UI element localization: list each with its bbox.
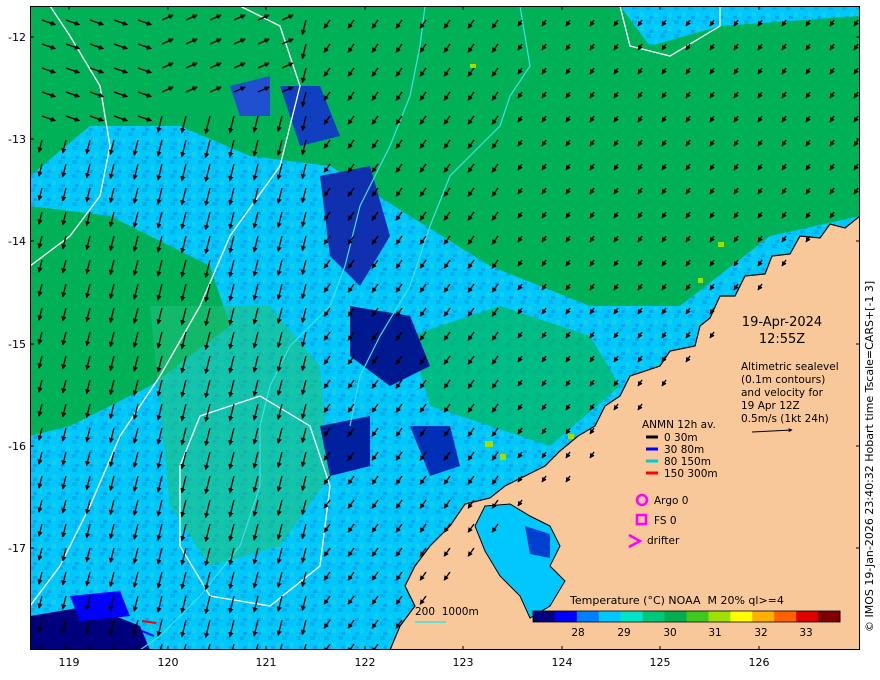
colorbar-title: Temperature (°C) NOAA M 20% ql>=4	[569, 594, 784, 607]
date-text: 19-Apr-2024	[742, 315, 822, 330]
drifter-label: drifter	[647, 535, 680, 547]
argo-label: Argo 0	[654, 495, 688, 507]
lat-tick-label: -15	[8, 338, 26, 351]
anmn-label-0: 0 30m	[664, 432, 698, 444]
colorbar-swatch	[774, 611, 797, 622]
colorbar-swatch	[620, 611, 644, 622]
colorbar-tick-label: 28	[571, 627, 584, 639]
isobath-label: 200 1000m	[415, 606, 479, 618]
colorbar-swatch	[554, 611, 578, 622]
map-frame: 19-Apr-2024 12:55Z Altimetric sealevel (…	[30, 6, 860, 650]
lon-tick-label: 124	[552, 656, 573, 669]
lat-tick-label: -12	[8, 31, 26, 44]
colorbar-swatch	[642, 611, 666, 622]
colorbar-tick-label: 33	[799, 627, 812, 639]
lon-tick-label: 125	[650, 656, 671, 669]
lon-tick-label: 121	[256, 656, 277, 669]
side-credit-text: © IMOS 19-Jan-2026 23:40:32 Hobart time …	[863, 281, 876, 632]
lon-tick-label: 126	[749, 656, 770, 669]
anmn-label-1: 30 80m	[664, 444, 704, 456]
colorbar-swatch	[576, 611, 600, 622]
lon-tick-label: 122	[355, 656, 376, 669]
time-text: 12:55Z	[759, 332, 805, 347]
colorbar	[533, 611, 841, 622]
colorbar-swatch	[730, 611, 753, 622]
colorbar-tick-label: 31	[708, 627, 721, 639]
lat-tick-label: -16	[8, 440, 26, 453]
altimetry-line-2: (0.1m contours)	[741, 374, 825, 386]
lat-tick-label: -14	[8, 235, 26, 248]
altimetry-line-3: and velocity for	[741, 387, 824, 399]
lat-tick-label: -17	[8, 542, 26, 555]
anmn-title: ANMN 12h av.	[642, 419, 716, 431]
colorbar-tick-label: 30	[663, 627, 676, 639]
lon-tick-label: 120	[158, 656, 179, 669]
colorbar-swatch	[708, 611, 731, 622]
anmn-label-2: 80 150m	[664, 456, 711, 468]
colorbar-tick-label: 32	[754, 627, 767, 639]
side-credit: © IMOS 19-Jan-2026 23:40:32 Hobart time …	[863, 281, 876, 632]
colorbar-swatch	[533, 611, 556, 622]
lon-tick-label: 119	[59, 656, 80, 669]
map-canvas[interactable]: 19-Apr-2024 12:55Z Altimetric sealevel (…	[30, 6, 860, 650]
lon-tick-label: 123	[453, 656, 474, 669]
lat-tick-label: -13	[8, 133, 26, 146]
colorbar-swatch	[686, 611, 709, 622]
fs-label: FS 0	[654, 515, 677, 527]
colorbar-swatch	[796, 611, 819, 622]
anmn-label-3: 150 300m	[664, 468, 718, 480]
colorbar-swatch	[752, 611, 775, 622]
colorbar-swatch	[598, 611, 622, 622]
altimetry-line-5: 0.5m/s (1kt 24h)	[741, 413, 829, 425]
colorbar-swatch	[664, 611, 687, 622]
altimetry-line-4: 19 Apr 12Z	[741, 400, 800, 412]
colorbar-tick-label: 29	[617, 627, 630, 639]
colorbar-swatch	[818, 611, 841, 622]
altimetry-line-1: Altimetric sealevel	[741, 361, 839, 373]
